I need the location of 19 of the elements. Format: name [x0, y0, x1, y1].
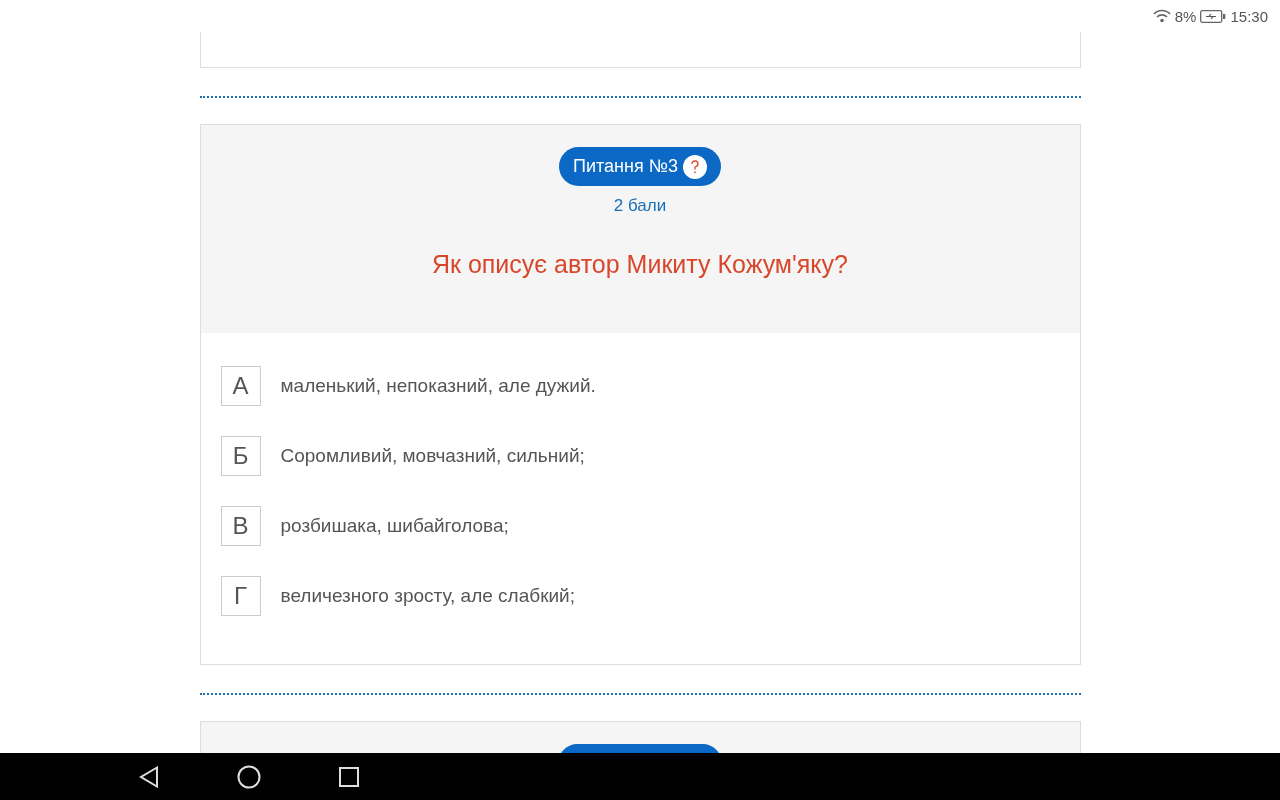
option-letter[interactable]: Г — [220, 576, 261, 616]
option-letter[interactable]: А — [220, 366, 261, 406]
question-text: Як описує автор Микиту Кожум'яку? — [432, 250, 848, 279]
option-text[interactable]: розбишака, шибайголова; — [280, 515, 509, 537]
option-text[interactable]: величезного зросту, але слабкий; — [280, 585, 575, 607]
points-label: 2 бали — [613, 196, 667, 216]
battery-charging-icon — [1200, 9, 1227, 23]
option-text[interactable]: Соромливий, мовчазний, сильний; — [280, 445, 585, 467]
home-icon[interactable] — [237, 764, 261, 789]
wifi-icon — [1152, 9, 1171, 23]
option-text[interactable]: маленький, непоказний, але дужий. — [280, 375, 596, 397]
recent-apps-icon[interactable] — [339, 766, 359, 787]
option-letter[interactable]: Б — [220, 436, 261, 476]
help-icon[interactable] — [683, 154, 707, 179]
battery-percent: 8% — [1174, 7, 1197, 25]
back-icon[interactable] — [139, 765, 159, 788]
clock-time: 15:30 — [1230, 7, 1268, 25]
option-letter[interactable]: В — [220, 506, 261, 546]
question-number: Питання №3 — [573, 156, 678, 177]
